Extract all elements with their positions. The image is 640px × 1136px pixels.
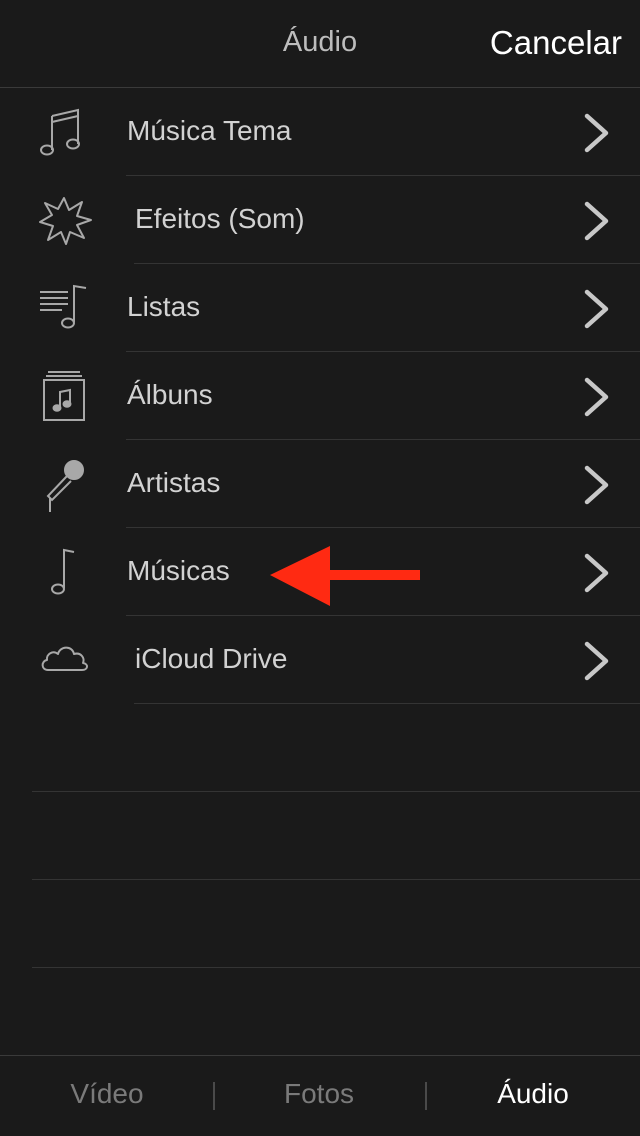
list-item-label: Música Tema <box>127 115 292 146</box>
list-item-listas[interactable]: Listas <box>0 264 640 352</box>
chevron-right-icon <box>584 289 609 329</box>
album-icon <box>34 366 94 426</box>
empty-row-divider <box>32 879 640 880</box>
music-note-icon <box>34 542 94 602</box>
tab-audio[interactable]: Áudio <box>453 1078 613 1110</box>
audio-source-list: Música Tema Efeitos (Som) Listas Álbuns … <box>0 88 640 704</box>
list-item-label: Artistas <box>127 467 221 498</box>
tab-separator <box>213 1082 215 1110</box>
cancel-button[interactable]: Cancelar <box>490 24 622 62</box>
list-item-musica-tema[interactable]: Música Tema <box>0 88 640 176</box>
tab-video[interactable]: Vídeo <box>27 1078 187 1110</box>
navigation-bar: Áudio Cancelar <box>0 0 640 88</box>
chevron-right-icon <box>584 201 609 241</box>
divider <box>134 703 640 704</box>
chevron-right-icon <box>584 465 609 505</box>
list-item-icloud-drive[interactable]: iCloud Drive <box>0 616 640 704</box>
list-item-albuns[interactable]: Álbuns <box>0 352 640 440</box>
playlist-icon <box>34 278 94 338</box>
microphone-icon <box>34 454 94 514</box>
chevron-right-icon <box>584 113 609 153</box>
list-item-label: Álbuns <box>127 379 213 410</box>
list-item-label: Listas <box>127 291 201 322</box>
list-item-label: iCloud Drive <box>135 643 288 674</box>
music-notes-icon <box>34 102 94 162</box>
red-arrow-annotation <box>270 546 420 606</box>
starburst-icon <box>34 190 94 250</box>
list-item-efeitos-som[interactable]: Efeitos (Som) <box>0 176 640 264</box>
empty-row-divider <box>32 791 640 792</box>
tab-bar: Vídeo Fotos Áudio <box>0 1055 640 1136</box>
list-item-label: Efeitos (Som) <box>135 203 305 234</box>
chevron-right-icon <box>584 377 609 417</box>
chevron-right-icon <box>584 641 609 681</box>
cloud-icon <box>34 630 94 690</box>
list-item-label: Músicas <box>127 555 230 586</box>
chevron-right-icon <box>584 553 609 593</box>
list-item-artistas[interactable]: Artistas <box>0 440 640 528</box>
tab-fotos[interactable]: Fotos <box>239 1078 399 1110</box>
empty-row-divider <box>32 967 640 968</box>
tab-separator <box>425 1082 427 1110</box>
